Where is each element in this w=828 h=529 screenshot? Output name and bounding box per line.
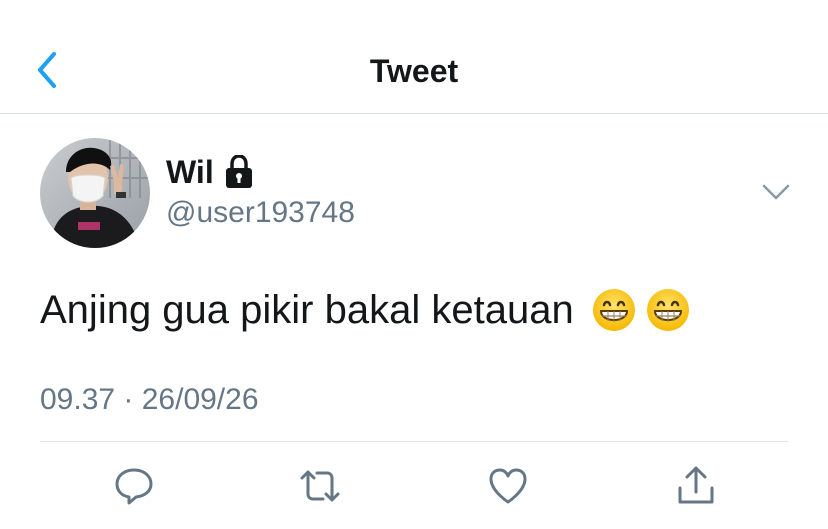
username[interactable]: @user193748	[166, 195, 355, 231]
tweet-text-content: Anjing gua pikir bakal ketauan	[40, 288, 574, 332]
tweet-detail-screen: Tweet Wil @user193748 Anjing gua pikir b…	[0, 0, 828, 529]
share-icon	[678, 466, 714, 504]
lock-icon	[224, 154, 254, 189]
retweet-icon	[300, 470, 340, 502]
share-button[interactable]	[674, 464, 718, 508]
divider	[40, 441, 788, 442]
retweet-button[interactable]	[298, 464, 342, 508]
reply-icon	[115, 468, 153, 505]
grinning-face-icon	[646, 288, 690, 332]
heart-icon	[489, 468, 527, 504]
avatar-photo	[40, 138, 150, 248]
chevron-down-icon	[762, 184, 790, 200]
reply-button[interactable]	[112, 464, 156, 508]
tweet-timestamp: 09.37 · 26/09/26	[40, 383, 259, 416]
display-name[interactable]: Wil	[166, 152, 214, 192]
page-title: Tweet	[369, 53, 459, 89]
grinning-face-icon	[592, 288, 636, 332]
navigation-header: Tweet	[0, 0, 828, 114]
tweet-text: Anjing gua pikir bakal ketauan	[40, 285, 690, 335]
tweet-menu-button[interactable]	[760, 178, 792, 206]
author-name-row[interactable]: Wil	[166, 152, 254, 192]
like-button[interactable]	[486, 464, 530, 508]
avatar[interactable]	[40, 138, 150, 248]
